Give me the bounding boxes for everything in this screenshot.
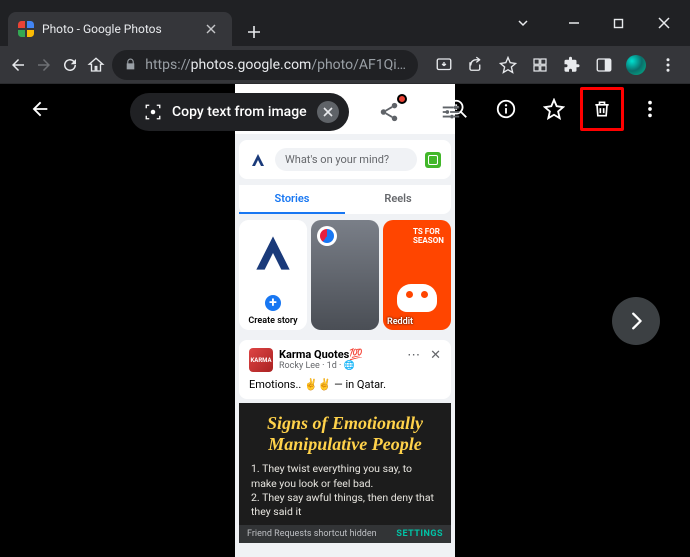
story-tag: TS FOR SEASON <box>413 228 447 246</box>
more-options-button[interactable] <box>628 87 672 131</box>
window-minimize-button[interactable] <box>551 8 596 38</box>
url-domain: photos.google.com <box>191 57 312 73</box>
share-button[interactable] <box>367 90 411 134</box>
story-name: Reddit <box>387 317 413 327</box>
tune-button[interactable] <box>429 90 473 134</box>
share-icon[interactable] <box>462 51 490 79</box>
google-photos-favicon <box>18 21 34 37</box>
nav-forward-button[interactable] <box>34 51 54 79</box>
nav-reload-button[interactable] <box>60 51 80 79</box>
browser-toolbar: https://photos.google.com/photo/AF1Qi… <box>0 46 690 84</box>
meme-item-2: 2. They say awful things, then deny that… <box>251 491 439 519</box>
copy-text-pill[interactable]: Copy text from image <box>130 93 349 131</box>
url-scheme: https:// <box>145 57 190 73</box>
pill-close-button[interactable] <box>317 101 339 123</box>
app-logo-icon <box>249 151 267 169</box>
photo-content[interactable]: What's on your mind? Stories Reels + Cre… <box>235 84 455 557</box>
address-bar[interactable]: https://photos.google.com/photo/AF1Qi… <box>112 50 418 80</box>
stories-row: + Create story TS FOR SEASON Reddit <box>235 214 455 336</box>
extensions-puzzle-icon[interactable] <box>558 51 586 79</box>
snackbar-action: SETTINGS <box>396 529 443 539</box>
extension-a-icon[interactable] <box>526 51 554 79</box>
next-photo-button[interactable] <box>612 297 660 345</box>
nav-home-button[interactable] <box>86 51 106 79</box>
sidepanel-icon[interactable] <box>590 51 618 79</box>
reddit-snoo-icon <box>397 284 437 312</box>
new-tab-button[interactable] <box>240 18 268 46</box>
notification-badge <box>397 94 407 104</box>
post-meta: Rocky Lee · 1d · 🌐 <box>279 361 363 371</box>
snackbar: Friend Requests shortcut hidden SETTINGS <box>239 525 451 543</box>
delete-button[interactable] <box>583 90 621 128</box>
photo-post-icon <box>425 152 441 168</box>
feed-composer: What's on your mind? <box>239 140 451 179</box>
install-app-icon[interactable] <box>430 51 458 79</box>
post-close-icon: ✕ <box>430 348 441 363</box>
story-card-2 <box>311 220 379 330</box>
chrome-menu-button[interactable] <box>654 51 682 79</box>
tab-reels: Reels <box>345 185 451 214</box>
meme-title-1: Signs of Emotionally <box>251 413 439 434</box>
tab-title: Photo - Google Photos <box>42 22 198 36</box>
favorite-button[interactable] <box>532 87 576 131</box>
lock-icon <box>124 58 137 71</box>
composer-input: What's on your mind? <box>275 148 417 171</box>
nav-back-button[interactable] <box>8 51 28 79</box>
tab-search-button[interactable] <box>500 8 545 38</box>
snackbar-text: Friend Requests shortcut hidden <box>247 529 377 539</box>
story-avatar-icon <box>317 226 337 246</box>
post-author: Karma Quotes💯 <box>279 348 363 361</box>
pill-label: Copy text from image <box>172 104 307 120</box>
window-controls <box>500 0 690 46</box>
profile-avatar[interactable] <box>622 51 650 79</box>
feed-post: KARMA Karma Quotes💯 Rocky Lee · 1d · 🌐 ⋯… <box>239 340 451 399</box>
browser-tab[interactable]: Photo - Google Photos <box>8 12 232 46</box>
info-button[interactable] <box>484 87 528 131</box>
tab-close-button[interactable] <box>206 24 222 34</box>
photo-viewer: What's on your mind? Stories Reels + Cre… <box>0 84 690 557</box>
viewer-back-button[interactable] <box>18 87 62 131</box>
story-card-reddit: TS FOR SEASON Reddit <box>383 220 451 330</box>
lens-scan-icon <box>144 103 162 121</box>
window-close-button[interactable] <box>641 8 686 38</box>
post-more-icon: ⋯ <box>407 348 420 363</box>
url-path: /photo/AF1Qi… <box>311 57 406 73</box>
meme-title-2: Manipulative People <box>251 434 439 455</box>
tab-stories: Stories <box>239 185 345 214</box>
meme-item-1: 1. They twist everything you say, to mak… <box>251 462 439 490</box>
post-body: Emotions.. ✌️✌️ — in Qatar. <box>249 372 441 391</box>
meme-image: Signs of Emotionally Manipulative People… <box>239 403 451 525</box>
browser-titlebar: Photo - Google Photos <box>0 0 690 46</box>
create-story-card: + Create story <box>239 220 307 330</box>
feed-tabs: Stories Reels <box>239 185 451 214</box>
viewer-toolbar: Copy text from image <box>0 84 690 134</box>
delete-highlight <box>580 87 624 131</box>
post-avatar: KARMA <box>249 348 273 372</box>
bookmark-star-icon[interactable] <box>494 51 522 79</box>
plus-icon: + <box>262 292 284 314</box>
window-maximize-button[interactable] <box>596 8 641 38</box>
